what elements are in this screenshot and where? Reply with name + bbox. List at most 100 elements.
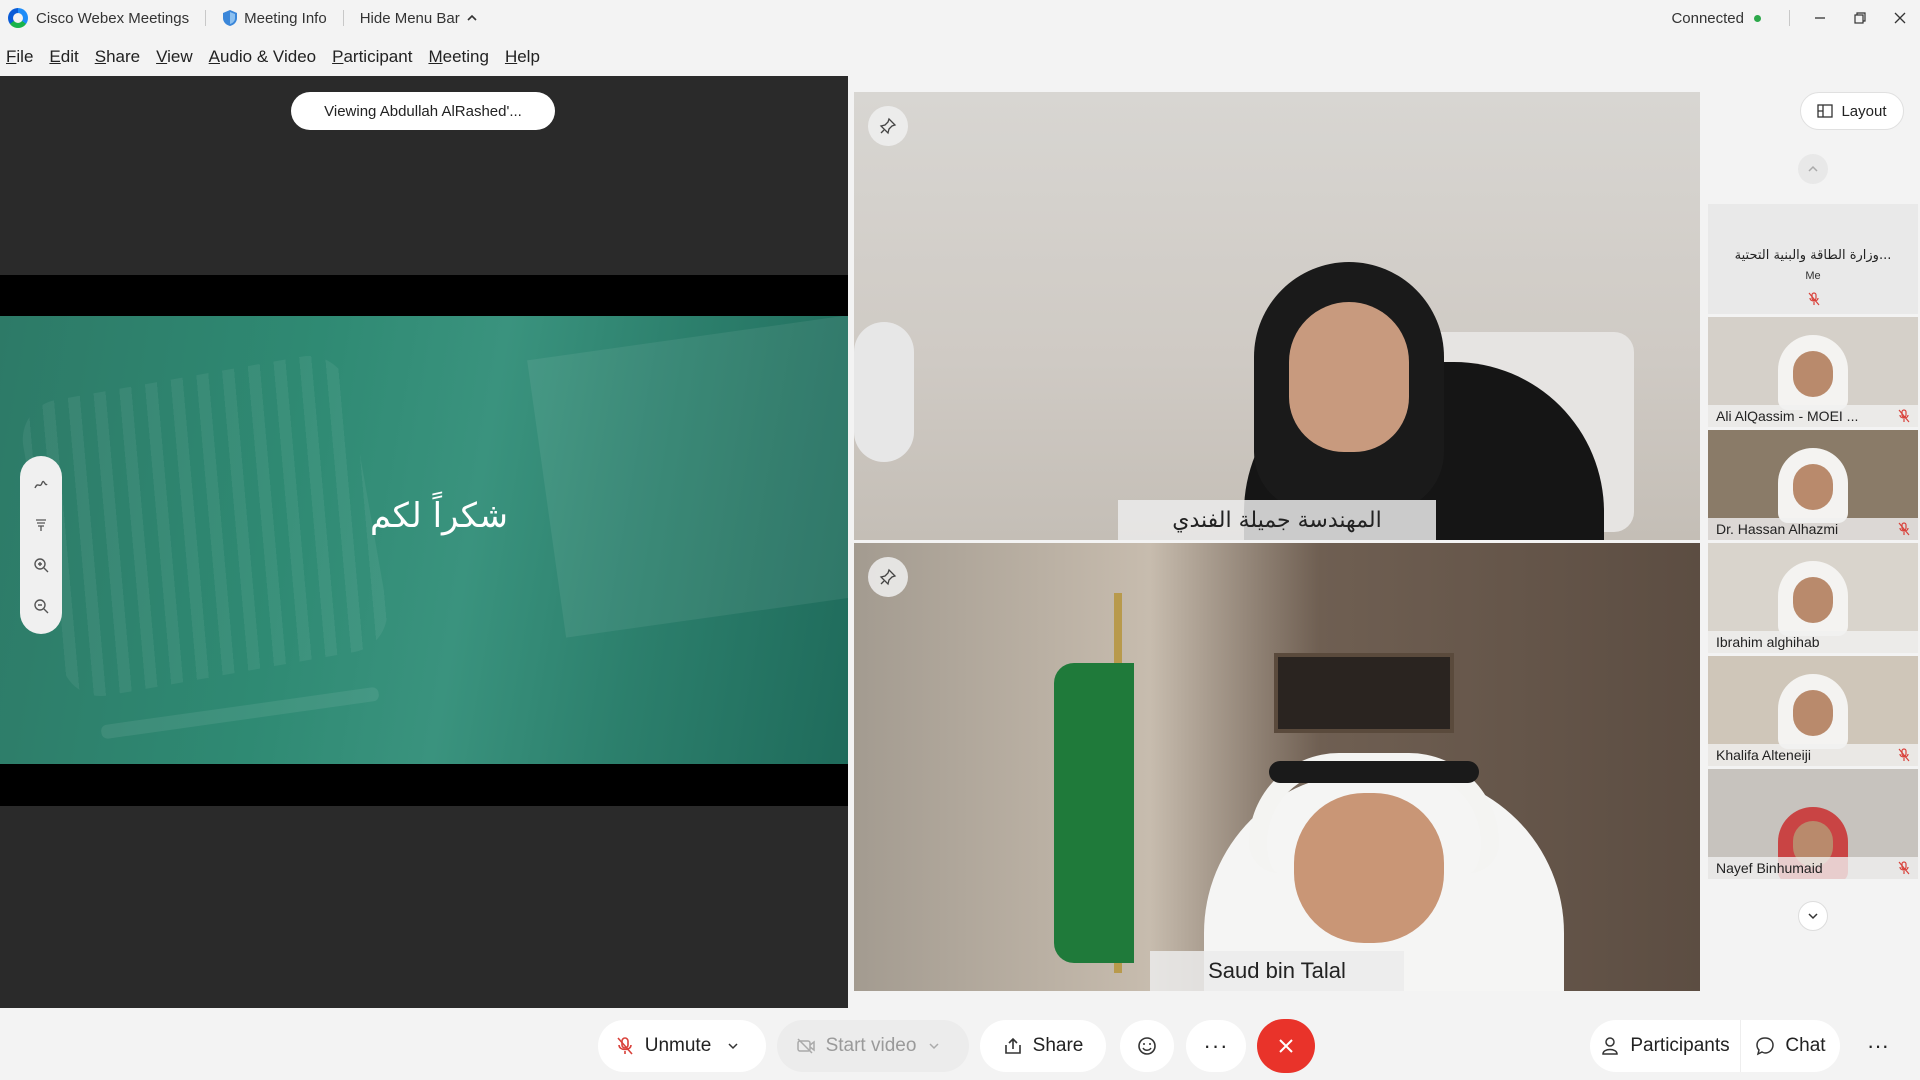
zoom-out-icon[interactable] (32, 597, 50, 615)
more-options-button[interactable]: ··· (1186, 1020, 1246, 1072)
participant-video-face (1289, 302, 1409, 452)
pin-button[interactable] (868, 106, 908, 146)
close-icon (1894, 12, 1906, 24)
participant-thumbnail[interactable]: Dr. Hassan Alhazmi (1708, 430, 1918, 540)
participant-thumb-name: Ali AlQassim - MOEI ... (1716, 408, 1859, 424)
restore-button[interactable] (1840, 0, 1880, 36)
participant-thumb-face (1793, 351, 1833, 397)
menu-file[interactable]: File (6, 47, 33, 67)
participant-video-agal (1269, 761, 1479, 783)
unmute-button[interactable]: Unmute (598, 1020, 766, 1072)
self-thumbnail[interactable]: وزارة الطاقة والبنية التحتية... Me (1708, 204, 1918, 314)
chat-label: Chat (1785, 1035, 1826, 1056)
menu-file-label: ile (16, 47, 34, 66)
end-call-button[interactable] (1257, 1019, 1315, 1073)
scroll-down-button[interactable] (1798, 901, 1828, 931)
menu-edit[interactable]: Edit (49, 47, 78, 67)
window-controls: Connected (1671, 0, 1920, 36)
participant-thumbnail[interactable]: Nayef Binhumaid (1708, 769, 1918, 879)
meeting-controls: Unmute Start video Share ··· Participant… (0, 1010, 1920, 1080)
app-name: Cisco Webex Meetings (36, 9, 190, 27)
layout-label: Layout (1841, 102, 1887, 120)
self-label: Me (1805, 270, 1821, 282)
chevron-up-icon (1808, 165, 1818, 172)
menu-help[interactable]: Help (505, 47, 540, 67)
pin-button[interactable] (868, 557, 908, 597)
video-tile[interactable]: Saud bin Talal (854, 543, 1700, 991)
shared-slide: شكراً لكم (0, 316, 848, 764)
end-call-icon (1279, 1039, 1293, 1053)
connected-indicator-icon (1754, 14, 1761, 22)
minimize-icon (1815, 17, 1825, 19)
viewing-share-indicator[interactable]: Viewing Abdullah AlRashed'... (291, 92, 555, 130)
minimize-button[interactable] (1800, 0, 1840, 36)
menu-edit-label: dit (60, 47, 79, 66)
participants-button[interactable]: Participants (1590, 1020, 1740, 1072)
start-video-button[interactable]: Start video (777, 1020, 969, 1072)
viewing-share-label: Viewing Abdullah AlRashed'... (324, 102, 522, 120)
menu-share[interactable]: Share (95, 47, 140, 67)
shield-icon (223, 10, 238, 26)
background-object (854, 322, 914, 462)
menu-file-accel: F (6, 47, 17, 66)
app-title: Cisco Webex Meetings (8, 8, 189, 28)
chat-button[interactable]: Chat (1740, 1020, 1840, 1072)
participant-thumb-label: Khalifa Alteneiji (1708, 744, 1918, 766)
participant-thumbnail[interactable]: Ibrahim alghihab (1708, 543, 1918, 653)
participant-thumb-name: Dr. Hassan Alhazmi (1716, 521, 1839, 537)
participant-thumb-label: Ibrahim alghihab (1708, 631, 1918, 653)
chat-icon (1756, 1037, 1775, 1056)
pin-icon (879, 117, 897, 135)
participant-strip: Layout وزارة الطاقة والبنية التحتية... M… (1706, 76, 1920, 1008)
slide-thanks-text: شكراً لكم (370, 496, 509, 536)
connection-status-label: Connected (1671, 9, 1744, 27)
video-tile[interactable]: المهندسة جميلة الفندي (854, 92, 1700, 540)
menu-help-label: elp (517, 47, 540, 66)
menu-edit-accel: E (49, 47, 61, 66)
annotation-toolbar (20, 456, 62, 634)
connection-status: Connected (1671, 10, 1761, 27)
mic-muted-icon (1898, 748, 1910, 762)
chevron-down-icon[interactable] (928, 1040, 940, 1052)
participant-thumbnail[interactable]: Ali AlQassim - MOEI ... (1708, 317, 1918, 427)
share-button[interactable]: Share (980, 1020, 1106, 1072)
menu-participant-accel: P (332, 47, 344, 66)
hide-menu-bar-button[interactable]: Hide Menu Bar (360, 10, 478, 27)
background-photo-frame (1274, 653, 1454, 733)
reactions-button[interactable] (1120, 1020, 1174, 1072)
pointer-icon[interactable] (32, 516, 50, 534)
mic-muted-icon (1898, 861, 1910, 875)
menu-participant[interactable]: Participant (332, 47, 412, 67)
divider (1789, 10, 1790, 26)
close-window-button[interactable] (1880, 0, 1920, 36)
participant-thumb-label: Nayef Binhumaid (1708, 857, 1918, 879)
chevron-down-icon[interactable] (727, 1040, 739, 1052)
more-panels-button[interactable]: ··· (1850, 1020, 1906, 1072)
unmute-label: Unmute (644, 1035, 712, 1056)
share-label: Share (1032, 1035, 1084, 1056)
menu-meeting[interactable]: Meeting (428, 47, 489, 67)
pen-icon[interactable] (32, 475, 50, 493)
menu-view[interactable]: View (156, 47, 193, 67)
participant-thumbnail[interactable]: Khalifa Alteneiji (1708, 656, 1918, 766)
slide-decoration (527, 316, 848, 638)
zoom-in-icon[interactable] (32, 556, 50, 574)
background-flag (1054, 663, 1134, 963)
divider (342, 10, 344, 26)
menu-meeting-accel: M (428, 47, 443, 66)
participant-thumb-name: Ibrahim alghihab (1716, 634, 1820, 650)
scroll-up-button[interactable] (1798, 154, 1828, 184)
menu-audio-video[interactable]: Audio & Video (209, 47, 316, 67)
start-video-label: Start video (825, 1035, 917, 1056)
meeting-info-button[interactable]: Meeting Info (222, 9, 327, 27)
participant-thumb-label: Dr. Hassan Alhazmi (1708, 518, 1918, 540)
participants-label: Participants (1630, 1035, 1730, 1056)
pin-icon (879, 568, 897, 586)
divider (205, 10, 207, 26)
participant-thumb-label: Ali AlQassim - MOEI ... (1708, 405, 1918, 427)
menu-bar: File Edit Share View Audio & Video Parti… (0, 40, 1920, 74)
chevron-down-icon (1808, 913, 1818, 920)
title-bar: Cisco Webex Meetings Meeting Info Hide M… (0, 0, 1920, 36)
flag-background-image (16, 349, 394, 703)
layout-button[interactable]: Layout (1800, 92, 1904, 130)
